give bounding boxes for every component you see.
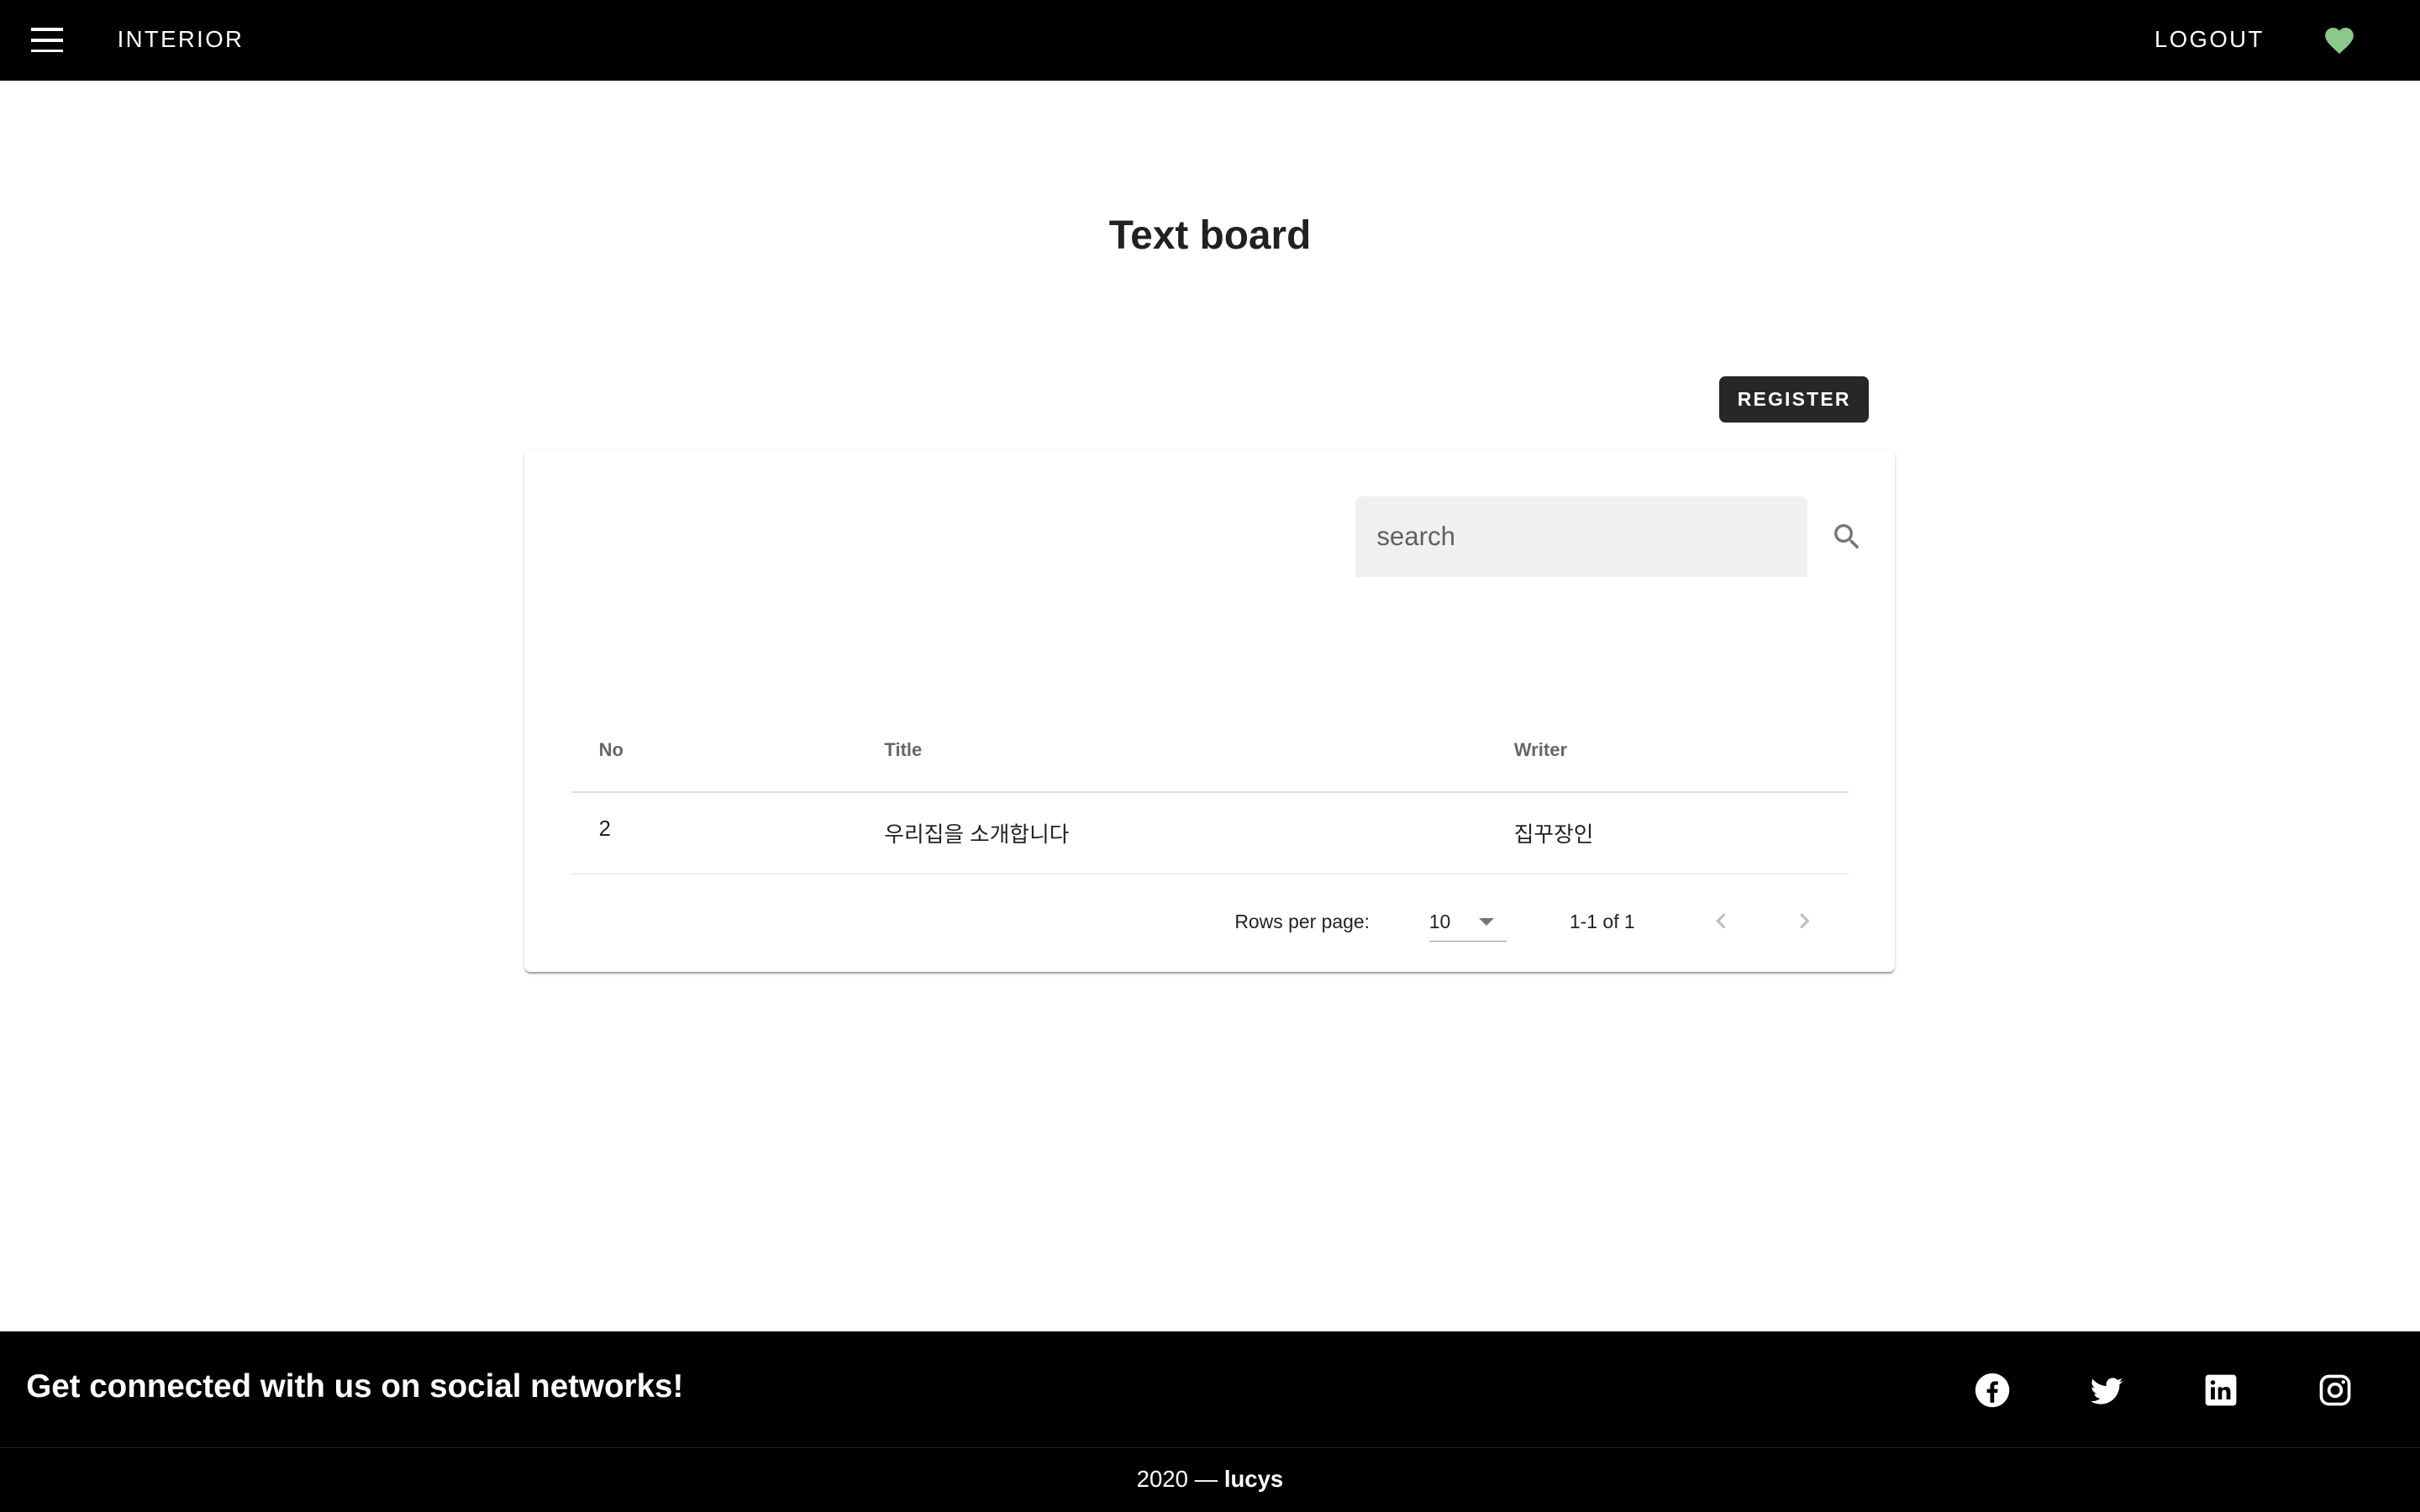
footer-copyright: 2020 — lucys — [0, 1446, 2420, 1512]
facebook-icon[interactable] — [1974, 1372, 2011, 1409]
page-range: 1-1 of 1 — [1569, 910, 1635, 932]
cell-writer: 집꾸장인 — [1513, 823, 1594, 848]
logout-button[interactable]: Logout — [2154, 26, 2265, 53]
twitter-icon[interactable] — [2088, 1372, 2125, 1409]
page-title: Text board — [1108, 213, 1312, 259]
rows-per-page-value: 10 — [1428, 910, 1451, 932]
linkedin-icon[interactable] — [2202, 1372, 2239, 1409]
row-divider — [571, 873, 1849, 875]
app-bar: Interior Logout — [0, 0, 2420, 81]
column-header-writer[interactable]: Writer — [1514, 739, 1567, 761]
heart-icon[interactable] — [2321, 24, 2358, 57]
rows-per-page-label: Rows per page: — [1234, 910, 1370, 932]
board-card: No Title Writer 2 우리집을 소개합니다 집꾸장인 Rows p… — [524, 450, 1896, 973]
footer-tagline: Get connected with us on social networks… — [26, 1368, 684, 1405]
copyright-author: lucys — [1223, 1465, 1284, 1492]
search-icon[interactable] — [1830, 520, 1864, 554]
header-divider — [571, 791, 1849, 794]
footer-social-bar: Get connected with us on social networks… — [0, 1331, 2420, 1447]
hamburger-icon — [30, 28, 64, 31]
instagram-icon[interactable] — [2317, 1372, 2354, 1409]
cell-title: 우리집을 소개합니다 — [884, 823, 1070, 848]
brand-title[interactable]: Interior — [118, 26, 245, 53]
cell-no: 2 — [598, 817, 611, 842]
column-header-no[interactable]: No — [599, 739, 623, 761]
column-header-title[interactable]: Title — [884, 739, 922, 761]
chevron-left-icon[interactable] — [1706, 906, 1737, 937]
copyright-year: 2020 — — [1136, 1465, 1224, 1492]
menu-button[interactable] — [24, 18, 71, 61]
chevron-right-icon[interactable] — [1789, 906, 1820, 937]
rows-per-page-select[interactable]: 10 — [1428, 901, 1507, 942]
dropdown-arrow-icon — [1478, 917, 1494, 926]
search-input[interactable] — [1355, 496, 1807, 577]
register-button[interactable]: Register — [1719, 376, 1870, 423]
